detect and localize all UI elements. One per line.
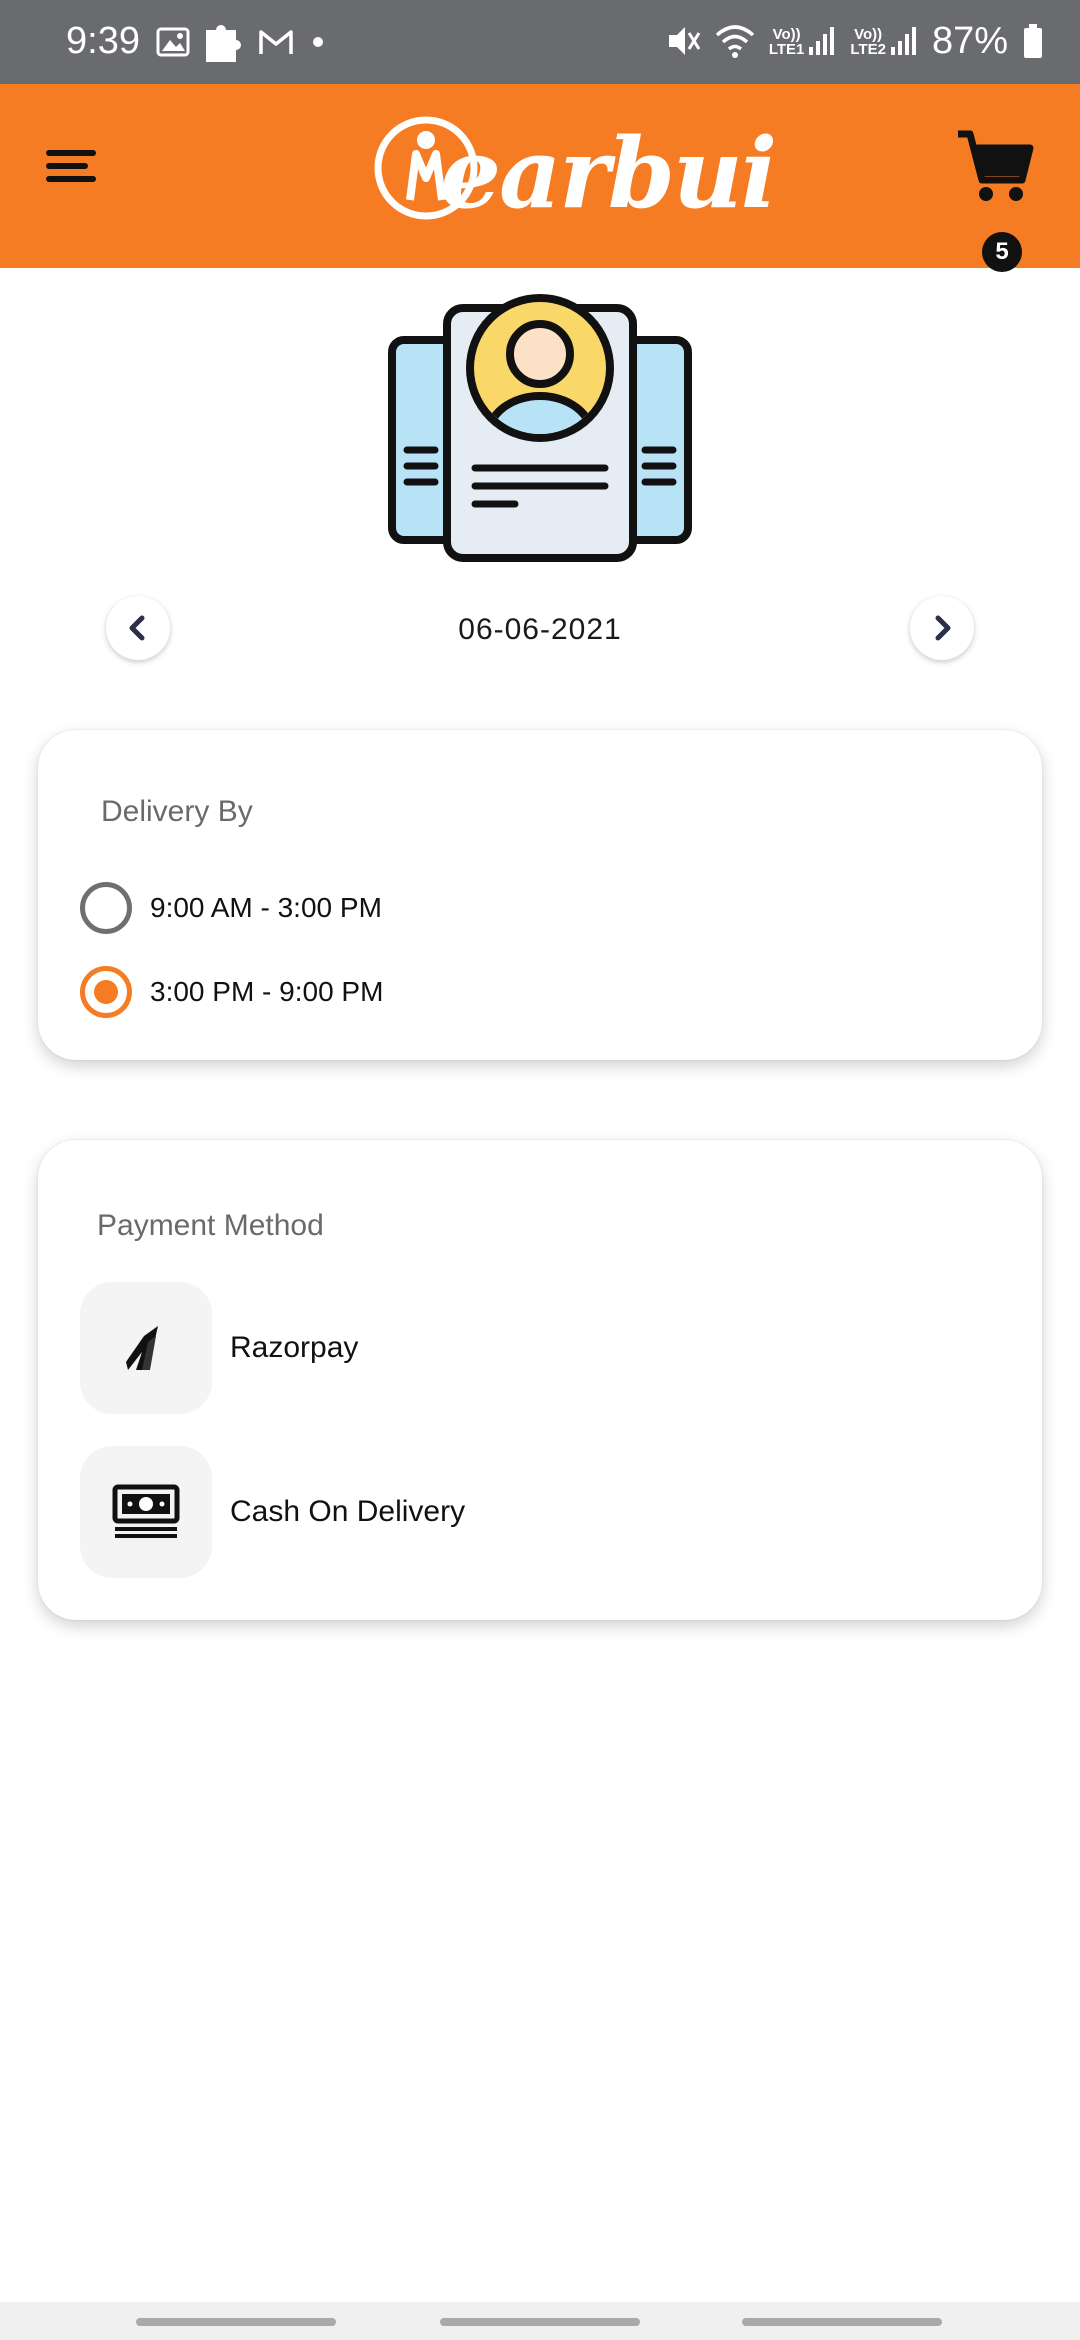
- delivery-option-morning[interactable]: 9:00 AM - 3:00 PM: [80, 880, 382, 936]
- payment-option-label: Cash On Delivery: [230, 1495, 466, 1528]
- payment-icon-box: [80, 1282, 212, 1414]
- brand-name: earbui: [440, 117, 777, 230]
- cart-count-badge: 5: [982, 232, 1022, 272]
- sim1-label: LTE1: [768, 41, 805, 58]
- mute-icon: [668, 27, 701, 55]
- cash-icon: [112, 1484, 180, 1538]
- next-date-button[interactable]: [910, 596, 974, 660]
- menu-button[interactable]: [40, 136, 106, 196]
- delivery-option-label: 9:00 AM - 3:00 PM: [150, 892, 382, 923]
- signal-icon: [809, 27, 835, 55]
- status-time: 9:39: [66, 20, 140, 62]
- previous-date-button[interactable]: [106, 596, 170, 660]
- payment-option-label: Razorpay: [230, 1331, 359, 1364]
- cart-icon: [958, 130, 1034, 201]
- sim1-signal: Vo)) LTE1: [769, 25, 837, 57]
- delivery-option-evening[interactable]: 3:00 PM - 9:00 PM: [80, 964, 383, 1020]
- gallery-icon: [156, 27, 190, 57]
- razorpay-icon: [126, 1326, 158, 1370]
- selected-date: 06-06-2021: [458, 613, 622, 646]
- system-status-icons: Vo)) LTE1 Vo)) LTE2 87%: [665, 16, 1044, 66]
- dot-icon: [313, 37, 323, 47]
- gmail-icon: [259, 30, 293, 54]
- status-bar: 9:39 Vo)) LTE1 Vo)) LTE2 87%: [0, 0, 1080, 84]
- volte-label: Vo)): [854, 26, 883, 43]
- radio-button-checked[interactable]: [80, 966, 132, 1018]
- payment-option-razorpay[interactable]: Razorpay: [80, 1282, 358, 1414]
- payment-card: Payment Method Razorpay Cash On Delivery: [38, 1140, 1042, 1620]
- volte-label: Vo)): [772, 26, 801, 43]
- profile-document-icon: [388, 294, 692, 562]
- battery-percent: 87%: [931, 20, 1008, 62]
- radio-button-unchecked[interactable]: [80, 882, 132, 934]
- chevron-left-icon: [129, 615, 145, 641]
- system-navigation-bar: [0, 2302, 1080, 2340]
- delivery-card: Delivery By 9:00 AM - 3:00 PM 3:00 PM - …: [38, 730, 1042, 1060]
- payment-icon-box: [80, 1446, 212, 1578]
- payment-option-cash-on-delivery[interactable]: Cash On Delivery: [80, 1446, 465, 1578]
- nav-back-button[interactable]: [742, 2318, 942, 2326]
- delivery-option-label: 3:00 PM - 9:00 PM: [150, 976, 384, 1007]
- nav-recents-button[interactable]: [136, 2318, 336, 2326]
- wifi-icon: [715, 25, 754, 58]
- notification-icons: [156, 20, 328, 64]
- payment-title: Payment Method: [97, 1209, 324, 1242]
- cart-button[interactable]: [950, 120, 1040, 210]
- signal-icon: [890, 27, 916, 55]
- delivery-title: Delivery By: [101, 795, 253, 828]
- app-header: earbui 5: [0, 84, 1080, 272]
- battery-icon: [1024, 24, 1042, 58]
- sim2-label: LTE2: [850, 41, 886, 58]
- sim2-signal: Vo)) LTE2: [850, 25, 918, 57]
- nav-home-button[interactable]: [440, 2318, 640, 2326]
- menu-icon: [46, 150, 96, 182]
- puzzle-icon: [206, 25, 241, 62]
- chevron-right-icon: [935, 615, 951, 641]
